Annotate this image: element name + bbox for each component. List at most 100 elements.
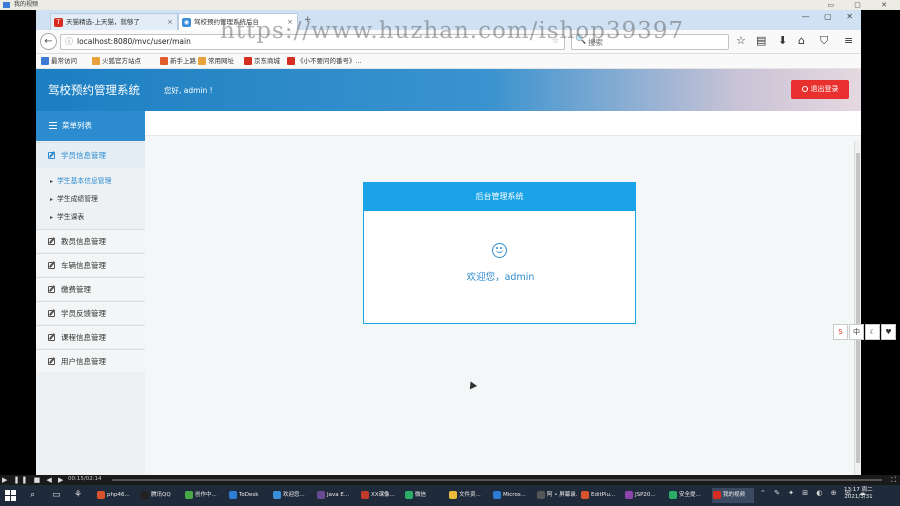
submenu-student-schedule[interactable]: 学生课表 (50, 211, 84, 224)
app-icon (713, 491, 721, 499)
sidebar-item-user-info[interactable]: 用户信息管理 (36, 349, 145, 372)
start-button[interactable] (5, 490, 16, 501)
edit-icon (48, 334, 55, 341)
url-text[interactable]: localhost:8080/mvc/user/main (77, 37, 191, 46)
edit-icon (48, 152, 55, 159)
sidebar-item-label: 缴费管理 (61, 285, 91, 294)
bookmark-icon (287, 57, 295, 65)
bookmark-item[interactable]: 《小不要问的番号》... (287, 56, 362, 66)
taskbar-app[interactable]: 阿 • 屏幕录... (536, 488, 578, 503)
playback-controls[interactable]: ▶ ❚❚ ■ ◀ ▶ (2, 476, 65, 484)
browser-window: T 天猫精选-上天猫，就够了 × ◉ 驾校预约管理系统后台 × + — ▢ ✕ … (36, 10, 861, 475)
sidebar-item-feedback[interactable]: 学员反馈管理 (36, 301, 145, 324)
bookmarks-bar: 最常访问 火狐官方站点 新手上路 常用网址 京东商城 《小不要问的番号》... (36, 54, 861, 69)
player-window-controls[interactable]: ▭ ▢ ✕ (827, 0, 896, 10)
bookmark-icon (198, 57, 206, 65)
bookmark-star-icon[interactable]: ☆ (736, 34, 746, 47)
info-icon[interactable]: ⓘ (65, 36, 73, 47)
library-icon[interactable]: ▤ (756, 34, 766, 47)
menu-header: 菜单列表 (36, 111, 145, 141)
taskbar-app[interactable]: 我的视频 (712, 488, 754, 503)
close-tab-icon[interactable]: × (167, 14, 173, 30)
taskbar-app-label: 安全提... (679, 492, 701, 498)
clock[interactable]: 13:17 周二 2021/3/31 (844, 487, 873, 501)
sogou-icon[interactable]: S (833, 324, 848, 340)
edit-icon (48, 358, 55, 365)
sidebar-item-label: 课程信息管理 (61, 333, 106, 342)
taskbar-app[interactable]: 欢迎您... (272, 488, 314, 503)
window-controls[interactable]: — ▢ ✕ (802, 12, 859, 21)
seek-bar[interactable] (112, 479, 882, 481)
moon-icon[interactable]: ☾ (865, 324, 880, 340)
bookmark-item[interactable]: 最常访问 (41, 56, 77, 66)
app-icon (185, 491, 193, 499)
taskbar-app[interactable]: php46... (96, 488, 138, 503)
taskbar-app[interactable]: EditPlu... (580, 488, 622, 503)
taskbar-app[interactable]: 创作中... (184, 488, 226, 503)
submenu-student-scores[interactable]: 学生成绩管理 (50, 193, 98, 206)
app-icon (493, 491, 501, 499)
app-icon (581, 491, 589, 499)
submenu-student-basic[interactable]: 学生基本信息管理 (50, 175, 111, 188)
edit-icon (48, 238, 55, 245)
bookmark-item[interactable]: 新手上路 (160, 56, 196, 66)
menu-icon[interactable]: ≡ (844, 34, 853, 47)
tab-tmall[interactable]: T 天猫精选-上天猫，就够了 × (50, 13, 178, 30)
taskbar-app-label: 腾讯QQ (151, 492, 171, 498)
taskbar-app[interactable]: Micros... (492, 488, 534, 503)
content-top-strip (145, 111, 861, 136)
taskbar-app-label: Micros... (503, 492, 526, 498)
bookmark-icon (160, 57, 168, 65)
bookmark-item[interactable]: 火狐官方站点 (92, 56, 141, 66)
taskbar-app[interactable]: ToDesk (228, 488, 270, 503)
ime-chinese-toggle[interactable]: 中 (849, 324, 864, 340)
logout-button[interactable]: 退出登录 (791, 80, 849, 99)
pocket-icon[interactable]: ⛉ (820, 34, 828, 48)
bookmark-icon (244, 57, 252, 65)
fullscreen-icon[interactable]: ⛶ (891, 476, 896, 485)
bookmark-item[interactable]: 常用网址 (198, 56, 234, 66)
taskbar-app-label: 欢迎您... (283, 492, 305, 498)
edit-icon (48, 286, 55, 293)
back-button[interactable]: ← (40, 33, 57, 50)
app-icon (669, 491, 677, 499)
task-view-icon[interactable]: ▭ (52, 490, 61, 500)
skin-icon[interactable]: ♥ (881, 324, 896, 340)
clock-date: 2021/3/31 (844, 494, 873, 500)
app-icon (229, 491, 237, 499)
edit-icon (48, 310, 55, 317)
welcome-message: 欢迎您，admin (466, 272, 535, 283)
taskbar-app[interactable]: Java E... (316, 488, 358, 503)
app-icon (273, 491, 281, 499)
page-scrollbar[interactable] (854, 141, 861, 475)
sidebar-item-label: 车辆信息管理 (61, 261, 106, 270)
taskbar-app[interactable]: JSP20... (624, 488, 666, 503)
scrollbar-thumb[interactable] (856, 153, 860, 463)
taskbar-app[interactable]: 安全提... (668, 488, 710, 503)
taskbar-app[interactable]: 腾讯QQ (140, 488, 182, 503)
search-icon[interactable]: ⌕ (30, 490, 35, 500)
app-header: 驾校预约管理系统 您好, admin ! 退出登录 (36, 69, 861, 111)
home-icon[interactable]: ⌂ (798, 34, 805, 47)
taskbar-app[interactable]: 微信 (404, 488, 446, 503)
logout-label: 退出登录 (810, 85, 839, 93)
bookmark-item[interactable]: 京东商城 (244, 56, 280, 66)
taskbar-app[interactable]: XX课像... (360, 488, 402, 503)
app-icon (449, 491, 457, 499)
app-icon (97, 491, 105, 499)
app-title: 驾校预约管理系统 (48, 83, 140, 97)
sidebar-item-label: 教员信息管理 (61, 237, 106, 246)
pinned-app-icon[interactable]: ⚘ (74, 490, 82, 500)
sidebar-item-label: 学员反馈管理 (61, 309, 106, 318)
bookmark-label: 新手上路 (170, 57, 196, 65)
sidebar-item-course-info[interactable]: 课程信息管理 (36, 325, 145, 348)
sidebar-item-vehicle-info[interactable]: 车辆信息管理 (36, 253, 145, 276)
download-icon[interactable]: ⬇ (778, 34, 787, 47)
app-icon (405, 491, 413, 499)
sidebar-item-instructor-info[interactable]: 教员信息管理 (36, 229, 145, 252)
player-title-bar: 我的视频 ▭ ▢ ✕ (0, 0, 900, 10)
taskbar-app[interactable]: 文件资... (448, 488, 490, 503)
bookmark-label: 京东商城 (254, 57, 280, 65)
sidebar-item-payment[interactable]: 缴费管理 (36, 277, 145, 300)
sidebar-item-student-info[interactable]: 学员信息管理 (36, 142, 145, 168)
